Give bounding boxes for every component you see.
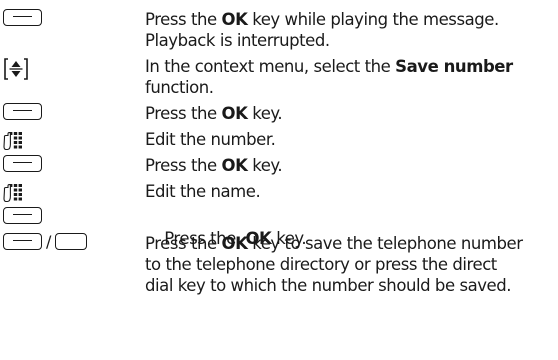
softkey-icon [3,233,42,250]
separator-slash: / [46,232,52,251]
softkey-icon [3,103,42,120]
step-text: In the context menu, select the Save num… [145,57,513,97]
step-text: Edit the number. [145,130,276,149]
step-text: Press the OK key. [145,156,283,175]
navigation-key-icon [4,58,28,80]
step-text: Press the OK key while playing the messa… [145,10,499,50]
direct-dial-key-icon [55,233,88,250]
step-text: Press the OK key. [145,104,283,123]
keypad-icon [3,131,22,151]
softkey-icon [3,9,42,26]
step-text: Press the OK key to save the telephone n… [145,234,523,295]
softkey-icon [3,155,42,172]
softkey-icon [3,207,42,224]
keypad-icon [3,183,22,203]
step-text: Edit the name. [145,182,261,201]
